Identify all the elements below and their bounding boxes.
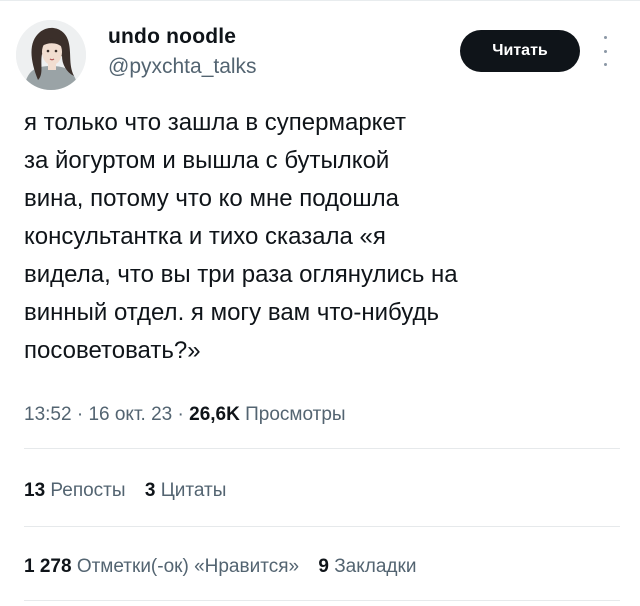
- likes-stat[interactable]: 1 278 Отметки(-ок) «Нравится»: [24, 556, 299, 577]
- quotes-stat[interactable]: 3 Цитаты: [145, 480, 227, 501]
- reposts-label: Репосты: [50, 480, 126, 501]
- tweet-text: я только что зашла в супермаркет за йогу…: [24, 104, 614, 370]
- divider: [24, 526, 620, 527]
- tweet-line: я только что зашла в супермаркет: [24, 109, 406, 136]
- avatar[interactable]: [16, 20, 86, 90]
- stats-row-shares: 13 Репосты 3 Цитаты: [24, 480, 240, 502]
- tweet-line: посоветовать?»: [24, 337, 201, 364]
- likes-count: 1 278: [24, 556, 72, 577]
- reposts-count: 13: [24, 480, 46, 501]
- tweet-time[interactable]: 13:52: [24, 404, 72, 425]
- quotes-label: Цитаты: [160, 480, 227, 501]
- divider: [24, 448, 620, 449]
- likes-label: Отметки(-ок) «Нравится»: [76, 556, 300, 577]
- reposts-stat[interactable]: 13 Репосты: [24, 480, 126, 501]
- avatar-portrait-image: [16, 20, 86, 90]
- meta-separator: ·: [177, 404, 190, 425]
- tweet-line: за йогуртом и вышла с бутылкой: [24, 147, 390, 174]
- top-divider: [0, 0, 640, 1]
- follow-button[interactable]: Читать: [460, 30, 580, 72]
- tweet-line: видела, что вы три раза оглянулись на: [24, 261, 458, 288]
- meta-separator: ·: [76, 404, 89, 425]
- views-count: 26,6K: [189, 404, 240, 425]
- quotes-count: 3: [144, 480, 156, 501]
- display-name[interactable]: undo noodle: [108, 25, 236, 49]
- bookmarks-label: Закладки: [334, 556, 417, 577]
- bookmarks-count: 9: [318, 556, 329, 577]
- tweet-line: винный отдел. я могу вам что-нибудь: [24, 299, 439, 326]
- tweet-date[interactable]: 16 окт. 23: [88, 404, 172, 425]
- views-label: Просмотры: [245, 404, 346, 425]
- bookmarks-stat[interactable]: 9 Закладки: [318, 556, 416, 577]
- more-dot: [603, 63, 607, 66]
- divider: [24, 600, 620, 601]
- tweet-meta: 13:52 · 16 окт. 23 · 26,6K Просмотры: [24, 404, 346, 426]
- more-options-icon[interactable]: [598, 36, 612, 66]
- user-handle[interactable]: @pyxchta_talks: [108, 55, 257, 79]
- tweet-line: вина, потому что ко мне подошла: [24, 185, 399, 212]
- more-dot: [603, 36, 607, 39]
- stats-row-likes: 1 278 Отметки(-ок) «Нравится» 9 Закладки: [24, 556, 430, 578]
- more-dot: [603, 49, 607, 53]
- tweet-line: консультантка и тихо сказала «я: [24, 223, 386, 250]
